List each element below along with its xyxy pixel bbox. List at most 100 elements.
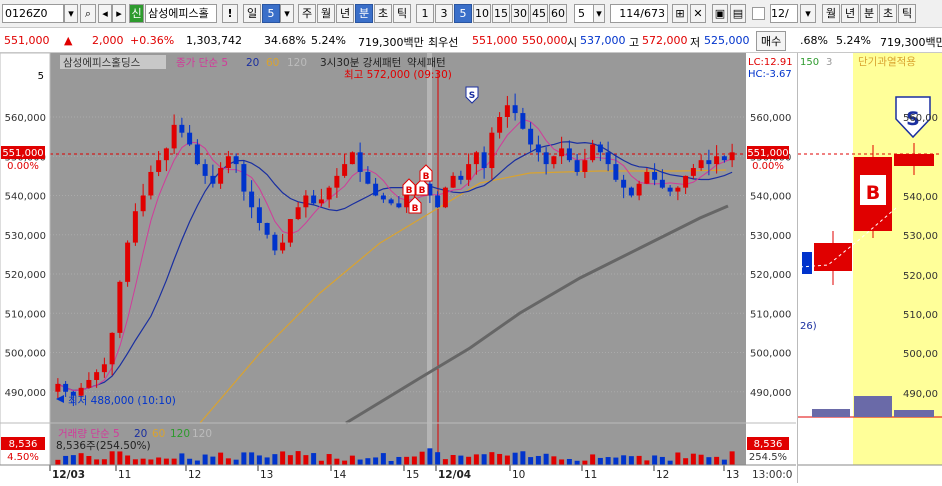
candlestick-chart[interactable]: 560,000560,000550,000550,000540,000540,0… [0,52,796,483]
period-day-button[interactable]: 일 [243,4,261,23]
vol-right-pct: 254.5% [749,452,787,463]
y-tick-label: 520,000 [5,270,46,281]
interval-10[interactable]: 10 [473,4,491,23]
y-tick-label: 530,000 [5,231,46,242]
tab-second[interactable]: 초 [374,4,392,23]
side-tab-tick[interactable]: 틱 [898,4,916,23]
side-y-tick: 490,00 [903,389,938,400]
side-legend-a: 150 [800,57,819,68]
side-b-marker: B [866,182,880,204]
legend-ma5: 종가 단순 5 [176,57,228,69]
y-tick-label-right: 500,000 [750,349,791,360]
vol-left-tag: 8,536 [9,439,38,450]
interval-3[interactable]: 3 [435,4,453,23]
y-tick-label-right: 490,000 [750,388,791,399]
side-note: 26) [800,321,817,332]
lc-label: LC:12.91 [748,57,793,68]
period-dropdown[interactable]: ▾ [280,4,294,23]
side-y-tick: 510,00 [903,310,938,321]
ratio: 5.24% [311,34,346,47]
y-tick-label-right: 560,000 [750,113,791,124]
side-y-tick: 520,00 [903,271,938,282]
right-pct-tag: 0.00% [752,161,784,172]
interval-15[interactable]: 15 [492,4,510,23]
y-tick-label-right: 510,000 [750,309,791,320]
legend-ma20: 20 [246,57,259,69]
turnover-percent: 34.68% [264,34,306,47]
low-note: 최저 488,000 (10:10) [68,395,176,407]
open-price: 537,000 [580,34,626,47]
side-tab-year[interactable]: 년 [841,4,859,23]
svg-text:S: S [469,91,475,101]
tab-month[interactable]: 월 [317,4,335,23]
stock-code-input[interactable]: 0126Z0 [2,4,64,23]
hc-label: HC:-3.67 [748,69,792,80]
tab-tick[interactable]: 틱 [393,4,411,23]
y-top-label: 5 [38,71,44,82]
side-quote-a: .68% [800,34,828,47]
y-tick-label-right: 530,000 [750,231,791,242]
open-label: 시 [567,36,578,49]
current-price: 551,000 [4,34,50,47]
side-y-tick: 540,00 [903,192,938,203]
interval-5[interactable]: 5 [454,4,472,23]
tools-icon[interactable]: ✕ [690,4,706,23]
buy-button[interactable]: 매수 [756,31,787,51]
next-icon[interactable]: ▸ [112,4,126,23]
vol-legend: 거래량 단순 5 [58,428,120,440]
side-tab-minute[interactable]: 분 [860,4,878,23]
interval-count-dropdown[interactable]: ▾ [593,4,605,23]
compare-checkbox[interactable] [752,7,765,20]
side-y-tick: 560,00 [903,113,938,124]
alert-button[interactable]: ! [222,4,238,23]
high-note: 최고 572,000 (09:30) [344,69,452,81]
side-y-tick: 500,00 [903,349,938,360]
compare-date-field[interactable]: 12/ [770,4,798,23]
change-percent: +0.36% [130,34,175,47]
period-number-field[interactable]: 5 [262,4,280,23]
page-field: 114/673 [610,4,668,23]
chart-svg: 560,000560,000550,000550,000540,000540,0… [0,52,796,483]
side-tab-month[interactable]: 월 [822,4,840,23]
price-change: 2,000 [92,34,124,47]
right-price-tag: 551,000 [747,148,788,159]
x-tick-label: 11 [584,469,597,481]
prev-icon[interactable]: ◂ [98,4,112,23]
interval-60[interactable]: 60 [549,4,567,23]
tab-minute[interactable]: 분 [355,4,373,23]
tab-week[interactable]: 주 [298,4,316,23]
save-icon[interactable]: ▣ [712,4,728,23]
svg-text:B: B [423,172,430,182]
bid-price: 551,000 [472,34,518,47]
vol-left-pct: 4.50% [7,452,39,463]
interval-30[interactable]: 30 [511,4,529,23]
up-arrow-icon: ▲ [64,34,73,47]
grid-icon[interactable]: ⊞ [672,4,688,23]
interval-45[interactable]: 45 [530,4,548,23]
left-price-tag: 551,000 [2,148,43,159]
pattern-weak: 약세패턴 [407,57,446,69]
print-icon[interactable]: ▤ [730,4,746,23]
tab-year[interactable]: 년 [336,4,354,23]
svg-text:B: B [419,186,426,196]
side-tab-second[interactable]: 초 [879,4,897,23]
x-tick-label: 12/03 [52,469,85,481]
interval-1[interactable]: 1 [416,4,434,23]
legend-ma60: 60 [266,57,279,69]
side-down-button[interactable]: ▾ [800,4,816,23]
high-price: 572,000 [642,34,688,47]
high-label: 고 [629,36,640,49]
x-tick-label: 11 [118,469,131,481]
search-icon[interactable]: ⌕ [80,4,96,23]
trade-amount: 719,300백만 [358,36,424,49]
y-tick-label: 540,000 [5,192,46,203]
low-label: 저 [690,36,701,49]
best-quote-label: 최우선 [428,36,459,49]
y-tick-label: 490,000 [5,388,46,399]
y-tick-label: 510,000 [5,309,46,320]
code-dropdown[interactable]: ▾ [64,4,78,23]
quote-bar: 551,000 ▲ 2,000 +0.36% 1,303,742 34.68% … [0,29,942,53]
pattern-title: 3시30분 강세패턴 [320,57,401,69]
side-y-tick: 530,00 [903,231,938,242]
side-panel: 150 3 단기과열적용 B S 26) 560,00 540,00 530,00 5… [797,53,942,483]
